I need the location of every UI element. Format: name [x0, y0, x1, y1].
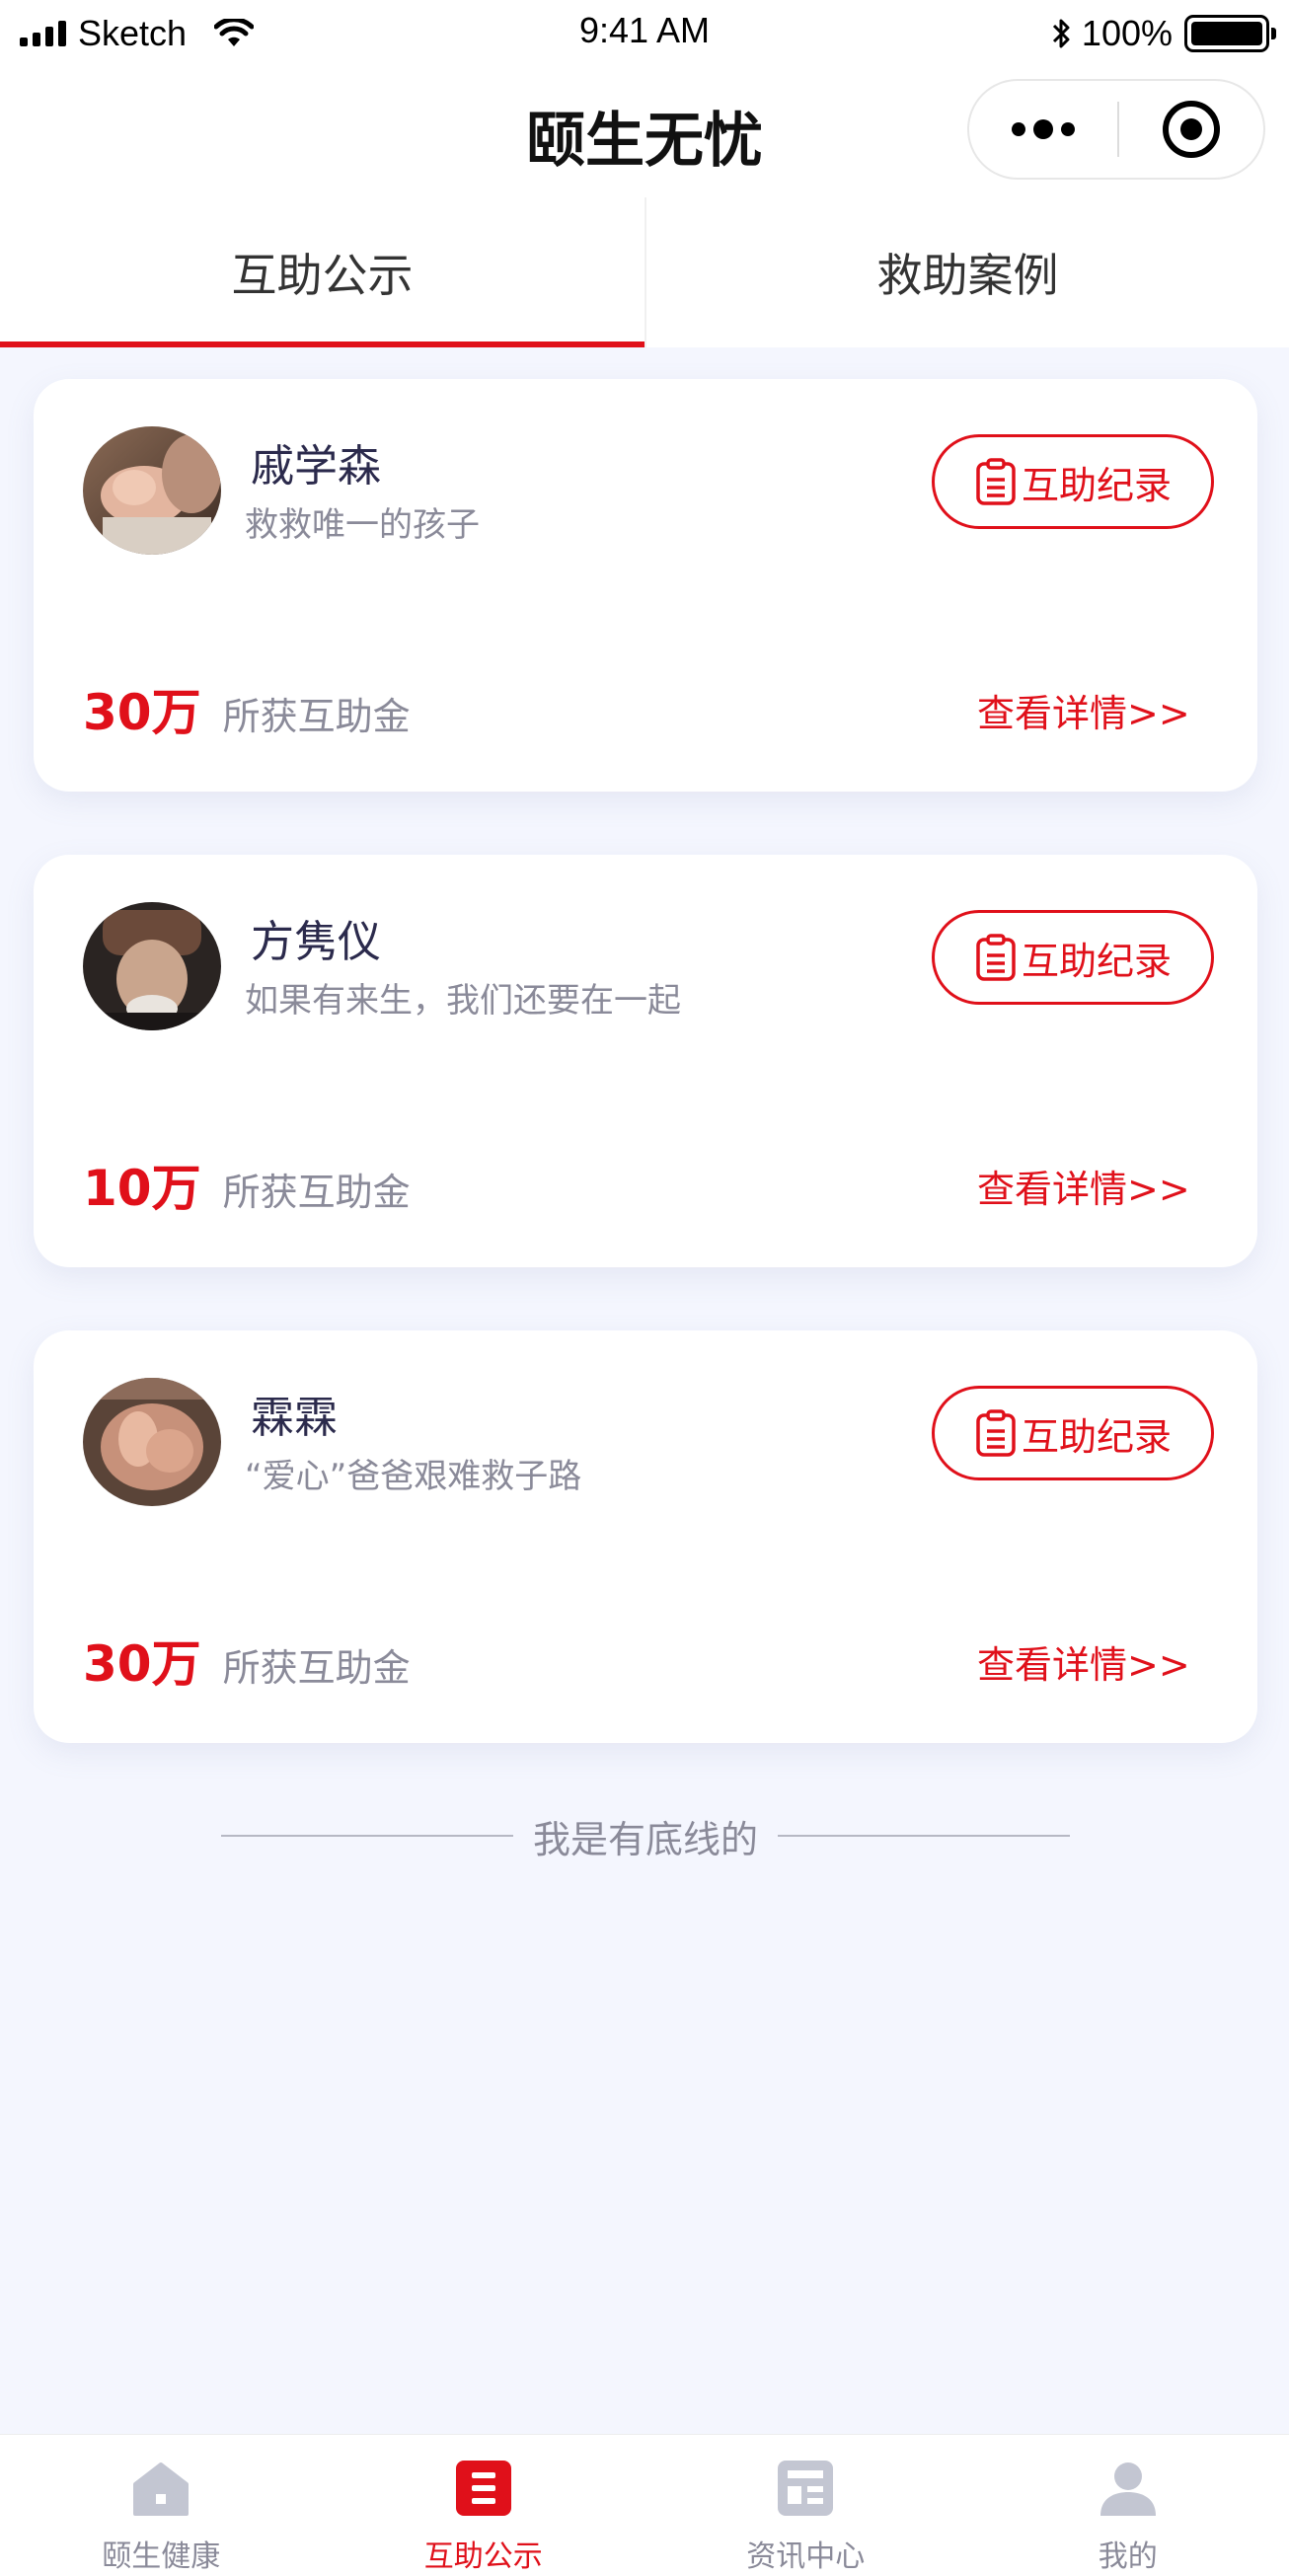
tabbar-item-news[interactable]: 资讯中心: [644, 2435, 967, 2576]
amount-row: 30万 所获互助金: [83, 1625, 411, 1696]
aid-record-button[interactable]: 互助纪录: [932, 1386, 1214, 1480]
aid-record-label: 互助纪录: [1021, 1414, 1172, 1459]
tabbar-label: 我的: [1098, 2539, 1158, 2574]
nav-bar: 颐生无忧: [0, 67, 1289, 197]
amount-value: 10万: [83, 1160, 201, 1217]
battery-percent: 100%: [1081, 13, 1173, 53]
person-name: 霖霖: [251, 1393, 338, 1443]
tabbar-item-health[interactable]: 颐生健康: [0, 2435, 323, 2576]
amount-label: 所获互助金: [222, 1171, 411, 1214]
battery-icon: [1184, 15, 1276, 52]
person-description: 救救唯一的孩子: [245, 505, 480, 545]
tabbar-label: 资讯中心: [746, 2539, 866, 2574]
bottom-tab-bar: 颐生健康 互助公示 资讯中心 我的: [0, 2434, 1289, 2576]
view-details-link[interactable]: 查看详情>>: [977, 683, 1190, 737]
more-dot-icon: [1061, 122, 1075, 136]
more-button[interactable]: [969, 81, 1117, 178]
tab-rescue-cases[interactable]: 救助案例: [644, 197, 1289, 347]
more-dot-icon: [1012, 122, 1025, 136]
target-close-icon: [1163, 101, 1220, 158]
person-description: 如果有来生，我们还要在一起: [245, 981, 681, 1021]
status-right: 100%: [1050, 10, 1276, 57]
aid-record-button[interactable]: 互助纪录: [932, 434, 1214, 529]
case-card: 方隽仪 如果有来生，我们还要在一起 互助纪录 10万 所获互助金 查看详情>>: [34, 855, 1257, 1267]
status-bar: Sketch 9:41 AM 100%: [0, 0, 1289, 67]
home-icon: [133, 2462, 190, 2516]
end-of-list-divider: 我是有底线的: [211, 1806, 1080, 1865]
amount-value: 30万: [83, 684, 201, 741]
case-card: 戚学森 救救唯一的孩子 互助纪录 30万 所获互助金 查看详情>>: [34, 379, 1257, 792]
clipboard-icon: [976, 1409, 1016, 1457]
person-name: 戚学森: [251, 441, 381, 492]
case-card: 霖霖 “爱心”爸爸艰难救子路 互助纪录 30万 所获互助金 查看详情>>: [34, 1330, 1257, 1743]
aid-record-label: 互助纪录: [1021, 939, 1172, 983]
tab-bar-top: 互助公示 救助案例: [0, 197, 1289, 347]
close-button[interactable]: [1119, 81, 1263, 178]
aid-record-button[interactable]: 互助纪录: [932, 910, 1214, 1005]
tabbar-item-mutual-aid[interactable]: 互助公示: [323, 2435, 645, 2576]
aid-record-label: 互助纪录: [1021, 463, 1172, 507]
clipboard-icon: [976, 934, 1016, 981]
bluetooth-icon: [1052, 19, 1070, 48]
view-details-link[interactable]: 查看详情>>: [977, 1159, 1190, 1213]
news-icon: [778, 2461, 834, 2516]
avatar: [83, 426, 221, 555]
amount-row: 30万 所获互助金: [83, 673, 411, 744]
list-icon: [455, 2461, 511, 2516]
divider-line: [220, 1835, 513, 1837]
avatar: [83, 1378, 221, 1506]
mini-program-capsule: [967, 79, 1265, 180]
amount-label: 所获互助金: [222, 695, 411, 738]
user-icon: [1099, 2462, 1156, 2516]
more-dot-icon: [1033, 119, 1053, 139]
clipboard-icon: [976, 458, 1016, 505]
end-of-list-text: 我是有底线的: [532, 1817, 758, 1861]
tabbar-label: 颐生健康: [102, 2539, 221, 2574]
person-description: “爱心”爸爸艰难救子路: [245, 1457, 582, 1496]
divider-line: [778, 1835, 1070, 1837]
view-details-link[interactable]: 查看详情>>: [977, 1634, 1190, 1689]
amount-label: 所获互助金: [222, 1646, 411, 1690]
person-name: 方隽仪: [251, 917, 381, 967]
amount-row: 10万 所获互助金: [83, 1149, 411, 1220]
tabbar-label: 互助公示: [423, 2539, 543, 2574]
tab-mutual-aid-notice[interactable]: 互助公示: [0, 197, 644, 347]
tabbar-item-mine[interactable]: 我的: [967, 2435, 1289, 2576]
avatar: [83, 902, 221, 1030]
amount-value: 30万: [83, 1635, 201, 1693]
